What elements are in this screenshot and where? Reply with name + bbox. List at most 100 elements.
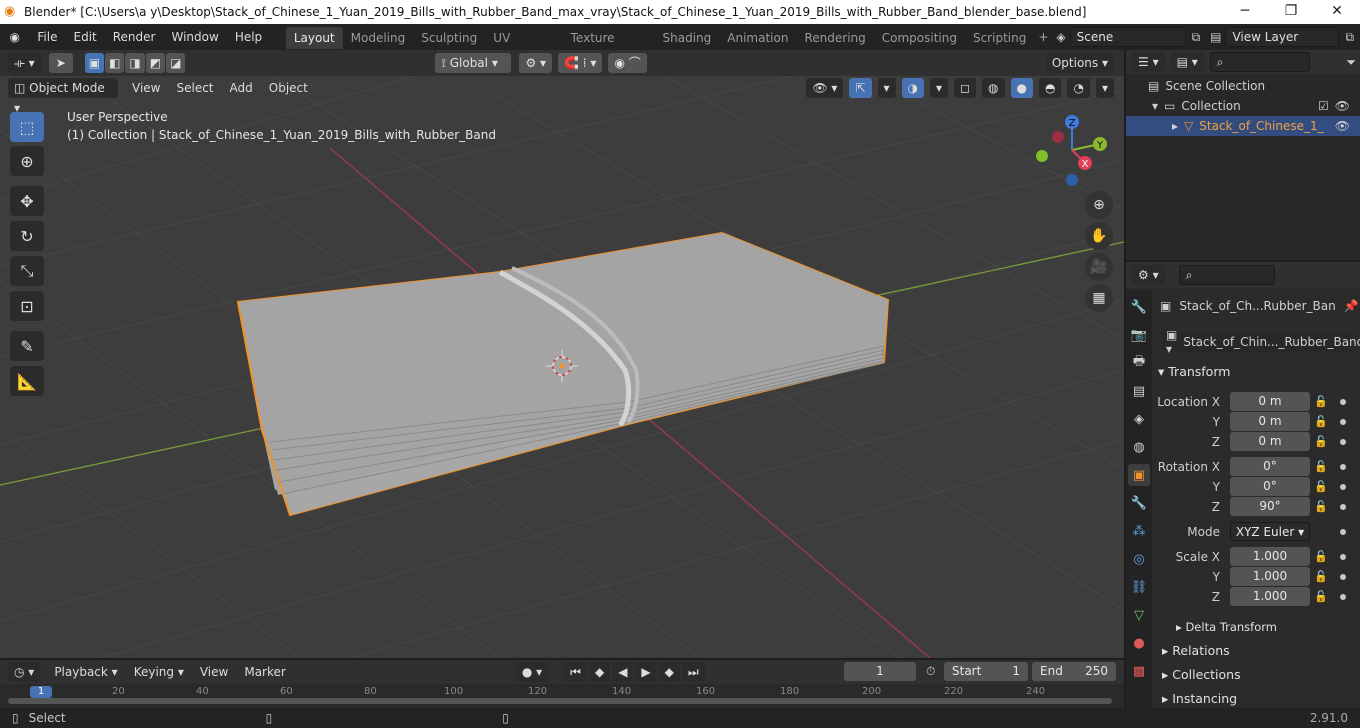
lock-icon[interactable]: 🔓 (1314, 570, 1328, 584)
keyframe-dot-icon[interactable] (1340, 419, 1346, 425)
menu-window[interactable]: Window (163, 26, 226, 48)
timeline-scrollbar[interactable] (8, 698, 1112, 704)
proportional-edit-icon[interactable]: ◉ ⌒ (608, 53, 647, 73)
move-tool[interactable]: ✥ (10, 186, 44, 216)
collection-checkbox[interactable]: ☑ (1318, 99, 1329, 113)
outliner-row-scene-collection[interactable]: ▤ Scene Collection (1126, 76, 1360, 96)
object-datablock-field[interactable]: ▣ ▾ Stack_of_Chin..._Rubber_Band (1162, 328, 1360, 356)
gizmo-dropdown-icon[interactable]: ▾ (877, 78, 896, 98)
3d-viewport[interactable]: Z Y X User Perspective (1) Collection | … (0, 50, 1124, 658)
timeline-editor-type-icon[interactable]: ◷ ▾ (8, 662, 41, 682)
select-intersect-icon[interactable]: ◪ (166, 53, 186, 73)
lock-icon[interactable]: 🔓 (1314, 415, 1328, 429)
relations-section[interactable]: ▸ Relations (1162, 643, 1230, 658)
close-button[interactable]: ✕ (1314, 0, 1360, 24)
object-visibility-icon[interactable]: 👁 (1335, 119, 1350, 133)
viewport-menu-object[interactable]: Object (261, 77, 316, 99)
select-new-icon[interactable]: ▣ (84, 53, 105, 73)
expand-arrow-icon[interactable]: ▾ (1152, 99, 1158, 113)
editor-type-icon[interactable]: ⟛ ▾ (8, 53, 41, 73)
annotate-tool[interactable]: ✎ (10, 331, 44, 361)
tab-layout[interactable]: Layout (285, 27, 343, 49)
modifier-tab-icon[interactable]: 🔧 (1128, 492, 1150, 514)
scale-z-field[interactable]: 1.000 (1230, 587, 1310, 606)
world-tab-icon[interactable]: ◍ (1128, 436, 1150, 458)
lock-icon[interactable]: 🔓 (1314, 395, 1328, 409)
tab-rendering[interactable]: Rendering (796, 27, 873, 49)
outliner-search-input[interactable]: ⌕ (1209, 52, 1310, 72)
keyframe-dot-icon[interactable] (1340, 594, 1346, 600)
keyframe-dot-icon[interactable] (1340, 574, 1346, 580)
material-shading-icon[interactable]: ◓ (1039, 78, 1062, 98)
minimize-button[interactable]: ─ (1222, 0, 1268, 24)
auto-keying-button[interactable]: ● ▾ (515, 662, 549, 682)
menu-render[interactable]: Render (105, 26, 164, 48)
prev-keyframe-icon[interactable]: ◆ (588, 662, 611, 682)
rendered-shading-icon[interactable]: ◔ (1067, 78, 1090, 98)
timeline-ruler[interactable]: 1 20 40 60 80 100 120 140 160 180 200 22… (0, 684, 1124, 708)
tab-texture-paint[interactable]: Texture Paint (563, 27, 655, 67)
keyframe-dot-icon[interactable] (1340, 439, 1346, 445)
scene-field[interactable]: Scene (1069, 27, 1186, 47)
filter-icon[interactable]: ⏷ (1346, 55, 1356, 70)
material-tab-icon[interactable]: ● (1128, 632, 1150, 654)
lock-icon[interactable]: 🔓 (1314, 550, 1328, 564)
object-tab-icon[interactable]: ▣ (1128, 464, 1150, 486)
select-extend-icon[interactable]: ◧ (105, 53, 125, 73)
overlay-toggle-icon[interactable]: ◑ (901, 78, 925, 98)
viewport-menu-add[interactable]: Add (222, 77, 261, 99)
pivot-point-icon[interactable]: ⚙ ▾ (519, 53, 553, 73)
measure-tool[interactable]: 📐 (10, 366, 44, 396)
display-mode-icon[interactable]: ▤ ▾ (1170, 52, 1204, 72)
tab-uv-editing[interactable]: UV Editing (485, 27, 562, 67)
cursor-tool[interactable]: ⊕ (10, 146, 44, 176)
viewport-menu-select[interactable]: Select (168, 77, 221, 99)
object-mode-dropdown[interactable]: ◫ Object Mode ▾ (8, 78, 118, 115)
zoom-button[interactable]: ⊕ (1085, 191, 1113, 219)
collections-section[interactable]: ▸ Collections (1162, 667, 1241, 682)
solid-shading-icon[interactable]: ● (1010, 78, 1033, 98)
next-keyframe-icon[interactable]: ◆ (658, 662, 680, 682)
tab-scripting[interactable]: Scripting (965, 27, 1034, 49)
timeline-menu-keying[interactable]: Keying ▾ (126, 661, 192, 683)
pin-icon[interactable]: 📌 (1344, 299, 1359, 313)
keyframe-dot-icon[interactable] (1340, 504, 1346, 510)
outliner-editor-type-icon[interactable]: ☰ ▾ (1132, 52, 1165, 72)
transform-orientation-dropdown[interactable]: ⟟ Global ▾ (435, 53, 512, 73)
jump-end-icon[interactable]: ⏭ (681, 662, 705, 682)
rotation-mode-dropdown[interactable]: XYZ Euler ▾ (1230, 522, 1310, 541)
rotate-tool[interactable]: ↻ (10, 221, 44, 251)
start-frame-field[interactable]: Start 1 (944, 662, 1028, 681)
play-reverse-icon[interactable]: ◀ (612, 662, 634, 682)
overlay-dropdown-icon[interactable]: ▾ (930, 78, 949, 98)
delta-transform-section[interactable]: ▸ Delta Transform (1176, 620, 1277, 634)
instancing-section[interactable]: ▸ Instancing (1162, 691, 1237, 706)
scene-tab-icon[interactable]: ◈ (1128, 408, 1150, 430)
blender-menu-icon[interactable]: ◉ (0, 30, 29, 44)
location-z-field[interactable]: 0 m (1230, 432, 1310, 451)
new-scene-icon[interactable]: ⧉ (1186, 30, 1207, 45)
scale-y-field[interactable]: 1.000 (1230, 567, 1310, 586)
play-icon[interactable]: ▶ (635, 662, 657, 682)
properties-search-input[interactable]: ⌕ (1178, 265, 1275, 285)
select-invert-icon[interactable]: ◩ (145, 53, 166, 73)
camera-view-button[interactable]: 🎥 (1085, 253, 1113, 281)
object-name[interactable]: Stack_of_Ch...Rubber_Ban (1179, 299, 1335, 313)
keyframe-dot-icon[interactable] (1340, 554, 1346, 560)
options-dropdown[interactable]: Options ▾ (1045, 53, 1114, 73)
pan-button[interactable]: ✋ (1085, 222, 1113, 250)
snap-icon[interactable]: 🧲 ⁞ ▾ (558, 53, 603, 73)
location-x-field[interactable]: 0 m (1230, 392, 1310, 411)
navigation-gizmo[interactable]: Z Y X (1036, 115, 1107, 186)
add-workspace-icon[interactable]: + (1034, 30, 1052, 44)
expand-arrow-icon[interactable]: ▸ (1172, 119, 1178, 133)
timeline-menu-marker[interactable]: Marker (236, 661, 293, 683)
rotation-x-field[interactable]: 0° (1230, 457, 1310, 476)
view-layer-field[interactable]: View Layer (1225, 27, 1340, 47)
scale-x-field[interactable]: 1.000 (1230, 547, 1310, 566)
menu-file[interactable]: File (29, 26, 65, 48)
gizmo-toggle-icon[interactable]: ⇱ (849, 78, 872, 98)
rotation-z-field[interactable]: 90° (1230, 497, 1310, 516)
outliner-row-collection[interactable]: ▾ ▭ Collection ☑ 👁 (1126, 96, 1360, 116)
view-layer-icon[interactable]: ▤ (1206, 30, 1225, 44)
